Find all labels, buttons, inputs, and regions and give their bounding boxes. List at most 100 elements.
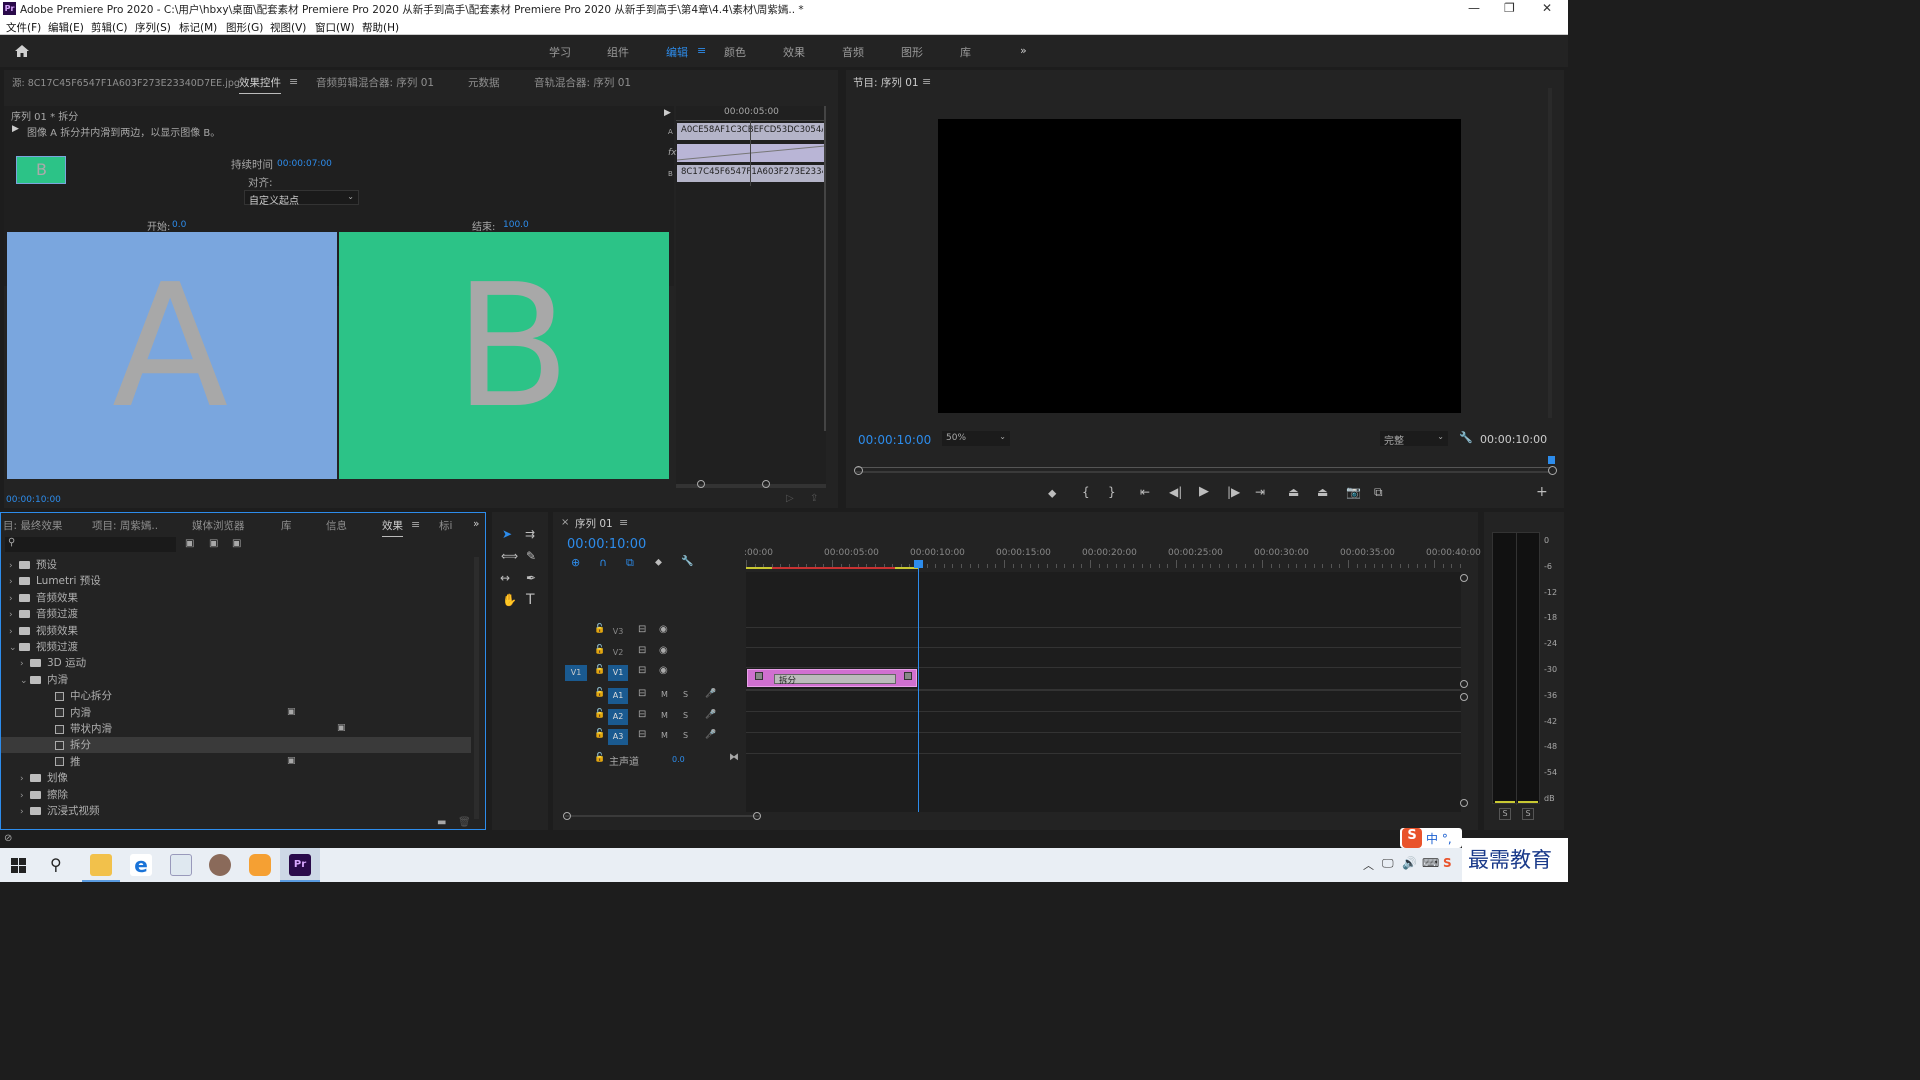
- home-icon[interactable]: [14, 44, 30, 58]
- toggle-sync-icon[interactable]: ⊟: [638, 624, 646, 635]
- tab-info[interactable]: 信息: [326, 518, 347, 533]
- track-target[interactable]: A3: [608, 729, 628, 745]
- eye-icon[interactable]: ◉: [659, 645, 668, 656]
- tab-audio-track-mixer[interactable]: 音轨混合器: 序列 01: [534, 75, 631, 90]
- tree-item[interactable]: › 3D 运动: [1, 655, 471, 671]
- tree-item[interactable]: › 预设: [1, 557, 471, 573]
- tree-item[interactable]: 内滑: [1, 705, 471, 721]
- hand-tool-icon[interactable]: ✋: [502, 593, 517, 607]
- tab-libraries[interactable]: 库: [281, 518, 292, 533]
- ripple-edit-tool-icon[interactable]: ⟺: [501, 549, 518, 563]
- track-target[interactable]: V1: [608, 665, 628, 681]
- more-tabs-icon[interactable]: »: [473, 518, 479, 530]
- lock-icon[interactable]: 🔓: [594, 688, 605, 698]
- edge-icon[interactable]: e: [130, 854, 152, 876]
- program-scrollbar[interactable]: [1548, 88, 1552, 418]
- zoom-dropdown[interactable]: 50% ⌄: [942, 431, 1010, 446]
- duration-value[interactable]: 00:00:07:00: [277, 159, 332, 169]
- meter-solo-right[interactable]: S: [1522, 808, 1534, 820]
- ime-toolbar[interactable]: S 中 °,: [1400, 828, 1462, 848]
- delete-icon[interactable]: 🗑: [458, 817, 471, 828]
- clip-b-track[interactable]: 8C17C45F6547F1A603F273E23340D: [677, 165, 825, 182]
- meter-solo-left[interactable]: S: [1499, 808, 1511, 820]
- extract-icon[interactable]: ⏏: [1317, 485, 1328, 499]
- mark-in-icon[interactable]: {: [1082, 485, 1090, 499]
- more-workspaces-icon[interactable]: »: [1020, 44, 1027, 57]
- solo-button[interactable]: S: [683, 690, 688, 699]
- mark-out-icon[interactable]: }: [1108, 485, 1116, 499]
- lock-icon[interactable]: 🔓: [594, 709, 605, 719]
- tab-effect-controls[interactable]: 效果控件: [239, 75, 281, 94]
- maximize-icon[interactable]: ❐: [1504, 1, 1515, 15]
- chevron-right-icon[interactable]: ›: [9, 594, 19, 604]
- tab-final-effect[interactable]: 目: 最终效果: [3, 518, 62, 533]
- tab-source[interactable]: 源: 8C17C45F6547F1A603F273E23340D7EE.jpg: [12, 75, 240, 89]
- chevron-right-icon[interactable]: ›: [20, 791, 30, 801]
- timeline-playhead[interactable]: [918, 564, 919, 812]
- tree-item[interactable]: › 音频过渡: [1, 606, 471, 622]
- source-patch-v1[interactable]: V1: [565, 665, 587, 681]
- lift-icon[interactable]: ⏏: [1288, 485, 1299, 499]
- tab-project[interactable]: 项目: 周紫嫣..: [92, 518, 158, 533]
- export-icon[interactable]: ⇪: [810, 493, 818, 504]
- step-back-icon[interactable]: ◀|: [1169, 485, 1182, 499]
- mic-icon[interactable]: 🎤: [705, 689, 716, 699]
- settings-wrench-icon[interactable]: 🔧: [1459, 431, 1473, 444]
- program-timecode[interactable]: 00:00:10:00: [858, 433, 931, 447]
- eye-icon[interactable]: ◉: [659, 665, 668, 676]
- mute-button[interactable]: M: [661, 690, 668, 699]
- go-to-end-icon[interactable]: ⧓: [729, 752, 739, 763]
- add-button-icon[interactable]: +: [1536, 484, 1548, 500]
- lock-icon[interactable]: 🔓: [594, 729, 605, 739]
- timeline-zoom-bar[interactable]: [563, 812, 761, 820]
- user-avatar-icon[interactable]: [209, 854, 231, 876]
- end-value[interactable]: 100.0: [503, 220, 529, 230]
- play-icon[interactable]: ▶: [1199, 484, 1209, 499]
- lock-icon[interactable]: 🔓: [594, 665, 605, 675]
- split-transition[interactable]: 拆分: [774, 674, 896, 686]
- network-icon[interactable]: 🖵: [1382, 856, 1394, 871]
- tree-item[interactable]: › 划像: [1, 770, 471, 786]
- mute-button[interactable]: M: [661, 731, 668, 740]
- menu-edit[interactable]: 编辑(E): [48, 20, 84, 35]
- linked-selection-icon[interactable]: ⧉: [626, 556, 634, 570]
- tree-item[interactable]: 推: [1, 754, 471, 770]
- effects-search-input[interactable]: ⚲: [5, 537, 176, 552]
- tree-item[interactable]: 中心拆分: [1, 688, 471, 704]
- tree-item[interactable]: 带状内滑: [1, 721, 471, 737]
- sequence-tab[interactable]: 序列 01: [575, 516, 613, 531]
- snap-icon[interactable]: ∩: [599, 556, 607, 569]
- nest-icon[interactable]: ⊕: [571, 556, 580, 569]
- lock-icon[interactable]: 🔓: [594, 753, 605, 763]
- program-playhead[interactable]: [1548, 456, 1555, 464]
- accelerated-effects-icon[interactable]: ▣: [185, 538, 194, 549]
- eye-icon[interactable]: ◉: [659, 624, 668, 635]
- tree-item[interactable]: › 沉浸式视频: [1, 803, 471, 819]
- track-target[interactable]: V3: [608, 624, 628, 640]
- mic-icon[interactable]: 🎤: [705, 730, 716, 740]
- workspace-effects[interactable]: 效果: [783, 44, 805, 60]
- menu-view[interactable]: 视图(V): [270, 20, 306, 35]
- tab-audio-clip-mixer[interactable]: 音频剪辑混合器: 序列 01: [316, 75, 434, 90]
- toggle-sync-icon[interactable]: ⊟: [638, 709, 646, 720]
- export-frame-icon[interactable]: 📷: [1346, 485, 1361, 499]
- step-forward-icon[interactable]: |▶: [1227, 485, 1240, 499]
- minimize-icon[interactable]: —: [1468, 1, 1480, 15]
- add-marker-icon[interactable]: ⬥: [1048, 486, 1056, 501]
- vertical-scrollbar[interactable]: [824, 106, 826, 431]
- pen-tool-icon[interactable]: ✒: [526, 571, 536, 585]
- source-timecode[interactable]: 00:00:10:00: [6, 495, 61, 505]
- tab-effects[interactable]: 效果: [382, 518, 403, 537]
- chevron-down-icon[interactable]: ⌄: [9, 643, 19, 653]
- workspace-libraries[interactable]: 库: [960, 44, 971, 60]
- toggle-sync-icon[interactable]: ⊟: [638, 665, 646, 676]
- tree-item[interactable]: 拆分: [1, 737, 471, 754]
- align-dropdown[interactable]: 自定义起点 ⌄: [244, 190, 359, 207]
- chevron-right-icon[interactable]: ›: [20, 774, 30, 784]
- track-target[interactable]: V2: [608, 645, 628, 661]
- master-value[interactable]: 0.0: [672, 755, 685, 764]
- track-target[interactable]: A1: [608, 688, 628, 704]
- start-value[interactable]: 0.0: [172, 220, 186, 230]
- track-target[interactable]: A2: [608, 708, 628, 725]
- lock-icon[interactable]: 🔓: [594, 624, 605, 634]
